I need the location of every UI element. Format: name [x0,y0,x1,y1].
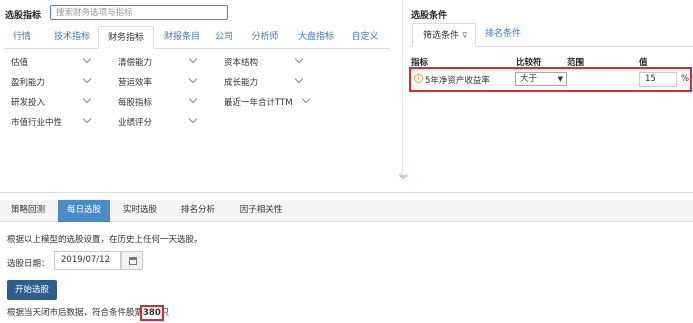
filter-tab-label: 筛选条件 [423,31,460,41]
calendar-icon [129,257,137,265]
result-suffix: 只 [160,308,170,318]
left-panel-title: 选股指标 [5,11,42,21]
operator-select[interactable]: 大于 ▼ [515,72,567,86]
condition-name: 5年净资产收益率 [425,76,490,86]
indicator-search-input[interactable]: 搜索财务选项与指标 [50,5,228,20]
condition-value-input[interactable]: 15 [639,72,677,87]
date-label: 选股日期： [7,259,50,269]
indicator-tabbar: 行情 技术指标 财务指标 财报条目 公司 分析师 大盘指标 自定义 [4,26,390,49]
tab-financial[interactable]: 财务指标 [98,26,154,49]
category-ttm[interactable]: 最近一年合计TTM [224,96,293,108]
info-icon[interactable]: i [414,74,423,83]
tab-rank-conditions[interactable]: 排名条件 [485,23,545,47]
tab-company[interactable]: 公司 [208,26,240,49]
category-rnd[interactable]: 研发投入 [11,96,45,108]
category-capital-structure[interactable]: 资本结构 [224,56,258,68]
calendar-button[interactable] [121,251,143,270]
chevron-down-icon[interactable] [82,74,92,84]
tab-daily-selection[interactable]: 每日选股 [58,200,110,222]
chevron-down-icon[interactable] [188,94,198,104]
collapse-chevron-icon[interactable]: ︾ [399,176,408,185]
filter-icon: ⊽ [461,31,468,40]
panel-divider [402,0,403,180]
tab-factor-correlation[interactable]: 因子相关性 [230,200,292,222]
chevron-down-icon[interactable] [301,94,311,104]
condition-unit: % [681,74,690,84]
section-separator [0,192,693,193]
caret-down-icon: ▼ [557,75,563,83]
tab-technical[interactable]: 技术指标 [44,26,100,49]
tab-analyst[interactable]: 分析师 [244,26,286,49]
tab-filter-conditions[interactable]: 筛选条件 ⊽ [412,23,476,47]
tab-market[interactable]: 行情 [4,26,40,49]
tab-realtime-selection[interactable]: 实时选股 [114,200,166,222]
category-operating-efficiency[interactable]: 营运效率 [118,76,152,88]
category-profitability[interactable]: 盈利能力 [11,76,45,88]
tab-rank-analysis[interactable]: 排名分析 [170,200,226,222]
chevron-down-icon[interactable] [294,54,304,64]
tab-report-items[interactable]: 财报条目 [154,26,210,49]
category-market-cap-neutral[interactable]: 市值行业中性 [11,116,62,128]
right-panel-title: 选股条件 [411,11,448,21]
tab-market-index[interactable]: 大盘指标 [288,26,344,49]
chevron-down-icon[interactable] [188,54,198,64]
category-growth[interactable]: 成长能力 [224,76,258,88]
result-count: 380 [140,305,164,321]
category-valuation[interactable]: 估值 [11,56,28,68]
chevron-down-icon[interactable] [294,74,304,84]
chevron-down-icon[interactable] [188,74,198,84]
chevron-down-icon[interactable] [82,94,92,104]
chevron-down-icon[interactable] [82,114,92,124]
category-per-share[interactable]: 每股指标 [118,96,152,108]
category-solvency[interactable]: 清偿能力 [118,56,152,68]
result-prefix: 根据当天闭市后数据，符合条件股票 [7,308,144,318]
date-input[interactable]: 2019/07/12 [54,251,121,270]
chevron-down-icon[interactable] [82,54,92,64]
instruction-text: 根据以上模型的选股设置，在历史上任何一天选股。 [7,235,203,245]
tab-backtest[interactable]: 策略回测 [2,200,54,222]
tab-custom[interactable]: 自定义 [342,26,388,49]
operator-value: 大于 [520,74,538,84]
chevron-down-icon[interactable] [188,114,198,124]
result-text: 根据当天闭市后数据，符合条件股票380只 [7,305,170,321]
start-selection-button[interactable]: 开始选股 [7,280,57,300]
category-performance-score[interactable]: 业绩评分 [118,116,152,128]
